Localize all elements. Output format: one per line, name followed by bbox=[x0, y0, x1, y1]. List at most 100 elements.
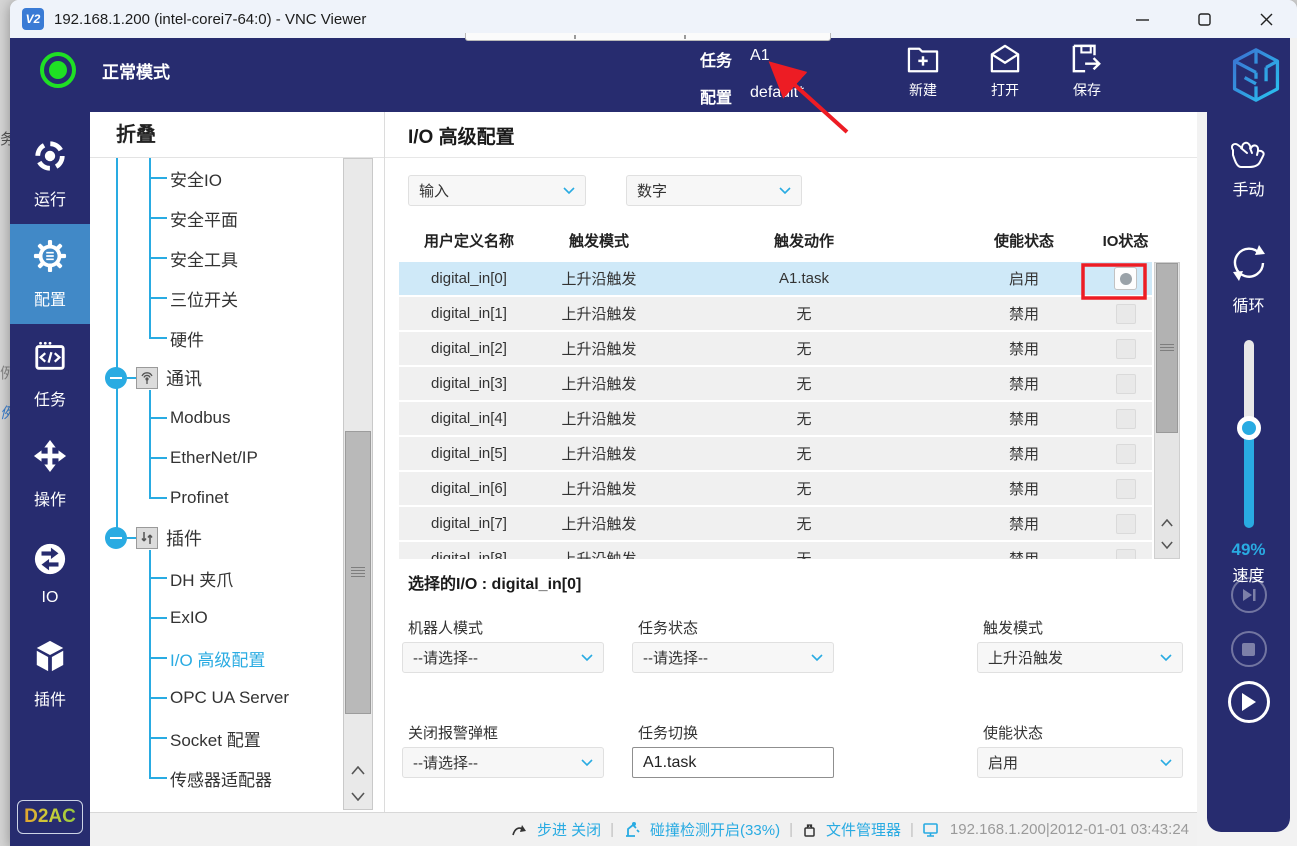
speed-slider[interactable] bbox=[1244, 340, 1254, 528]
table-row-digital_in-0-[interactable]: digital_in[0]上升沿触发A1.task启用 bbox=[399, 262, 1152, 297]
tree-item-exio[interactable]: ExIO bbox=[90, 598, 384, 638]
header-action-open[interactable]: 打开 bbox=[982, 44, 1028, 100]
tree-item--io[interactable]: 安全IO bbox=[90, 158, 384, 198]
io-status-indicator bbox=[1114, 267, 1137, 290]
nav-item-plugin[interactable]: 插件 bbox=[10, 624, 90, 724]
table-scrollbar-thumb[interactable] bbox=[1156, 263, 1178, 433]
table-scroll-down-icon[interactable] bbox=[1155, 534, 1179, 556]
tree-branch-line bbox=[127, 537, 136, 539]
form-select--[interactable]: --请选择-- bbox=[402, 642, 604, 673]
tree-item--[interactable]: 安全平面 bbox=[90, 198, 384, 238]
connection-info: 192.168.1.200|2012-01-01 03:43:24 bbox=[950, 821, 1189, 838]
form-select--[interactable]: --请选择-- bbox=[402, 747, 604, 778]
play-icon bbox=[1240, 692, 1257, 712]
nav-item-config[interactable]: 配置 bbox=[10, 224, 90, 324]
tree-branch-line bbox=[149, 697, 167, 699]
column-header: 触发模式 bbox=[539, 230, 659, 251]
form-label--: 关闭报警弹框 bbox=[408, 722, 498, 743]
io-direction-select[interactable]: 输入 bbox=[408, 175, 586, 206]
nav-item-label: 任务 bbox=[34, 386, 66, 410]
tree-item-opc-ua-server[interactable]: OPC UA Server bbox=[90, 678, 384, 718]
speed-slider-handle[interactable] bbox=[1237, 416, 1261, 440]
tree-item-modbus[interactable]: Modbus bbox=[90, 398, 384, 438]
table-row-digital_in-6-[interactable]: digital_in[6]上升沿触发无禁用 bbox=[399, 472, 1152, 507]
form-select--[interactable]: 启用 bbox=[977, 747, 1183, 778]
form-select--[interactable]: 上升沿触发 bbox=[977, 642, 1183, 673]
nav-item-run[interactable]: 运行 bbox=[10, 124, 90, 224]
header-action-new[interactable]: 新建 bbox=[900, 44, 946, 100]
table-row-digital_in-7-[interactable]: digital_in[7]上升沿触发无禁用 bbox=[399, 507, 1152, 542]
form-label--: 使能状态 bbox=[983, 722, 1043, 743]
tree-branch-line bbox=[149, 217, 167, 219]
table-header: 用户定义名称触发模式触发动作使能状态IO状态 bbox=[399, 230, 1152, 251]
tree-item-dh-[interactable]: DH 夹爪 bbox=[90, 558, 384, 598]
io-type-select[interactable]: 数字 bbox=[626, 175, 802, 206]
right-rail: 手动 循环 49% 速度 bbox=[1207, 112, 1290, 832]
tree-item--[interactable]: 插件 bbox=[90, 518, 384, 558]
tree-scrollbar[interactable] bbox=[343, 158, 373, 810]
tree-item-label: 安全IO bbox=[170, 166, 222, 191]
cell-mode: 上升沿触发 bbox=[539, 513, 659, 534]
play-button[interactable] bbox=[1228, 681, 1270, 723]
io-status-indicator bbox=[1116, 514, 1136, 534]
tree-item--[interactable]: 传感器适配器 bbox=[90, 758, 384, 798]
table-row-digital_in-5-[interactable]: digital_in[5]上升沿触发无禁用 bbox=[399, 437, 1152, 472]
tree-item-socket-[interactable]: Socket 配置 bbox=[90, 718, 384, 758]
tree-item-ethernet-ip[interactable]: EtherNet/IP bbox=[90, 438, 384, 478]
cycle-mode-button[interactable]: 循环 bbox=[1207, 240, 1290, 316]
table-row-digital_in-2-[interactable]: digital_in[2]上升沿触发无禁用 bbox=[399, 332, 1152, 367]
vnc-logo-icon: V2 bbox=[22, 8, 44, 30]
step-toggle[interactable]: 步进 关闭 bbox=[537, 819, 601, 840]
save-icon bbox=[1070, 44, 1104, 77]
cell-io-status bbox=[1099, 332, 1152, 365]
nav-item-operate[interactable]: 操作 bbox=[10, 424, 90, 524]
tree-scrollbar-thumb[interactable] bbox=[345, 431, 371, 714]
status-bar: 步进 关闭 | 碰撞检测开启(33%) | 文件管理器 | 192.168.1.… bbox=[90, 812, 1197, 846]
collapse-minus-icon[interactable] bbox=[105, 527, 127, 549]
step-icon bbox=[511, 822, 528, 838]
left-nav-rail: 运行配置任务操作IO插件 D2AC bbox=[10, 112, 90, 846]
collapse-minus-icon[interactable] bbox=[105, 367, 127, 389]
table-scroll-up-icon[interactable] bbox=[1155, 512, 1179, 534]
cell-action: 无 bbox=[659, 513, 949, 534]
header-action-save[interactable]: 保存 bbox=[1064, 44, 1110, 100]
tree-item-profinet[interactable]: Profinet bbox=[90, 478, 384, 518]
tree-item--[interactable]: 硬件 bbox=[90, 318, 384, 358]
window-title: 192.168.1.200 (intel-corei7-64:0) - VNC … bbox=[54, 11, 1111, 28]
collision-toggle[interactable]: 碰撞检测开启(33%) bbox=[650, 819, 780, 840]
table-row-digital_in-1-[interactable]: digital_in[1]上升沿触发无禁用 bbox=[399, 297, 1152, 332]
tree-scroll-down-icon[interactable] bbox=[344, 783, 372, 809]
form-input--[interactable] bbox=[632, 747, 834, 778]
nav-item-task[interactable]: 任务 bbox=[10, 324, 90, 424]
io-status-indicator bbox=[1116, 409, 1136, 429]
stop-button[interactable] bbox=[1231, 631, 1267, 667]
vnc-toolbar-handle[interactable] bbox=[465, 33, 831, 41]
table-row-digital_in-8-[interactable]: digital_in[8]上升沿触发无禁用 bbox=[399, 542, 1152, 559]
close-button[interactable] bbox=[1235, 0, 1297, 38]
io-status-indicator bbox=[1116, 549, 1136, 560]
app-header: 正常模式 任务 A1 配置 default* 新建打开保存 bbox=[10, 38, 1290, 112]
tree-item--[interactable]: 通讯 bbox=[90, 358, 384, 398]
table-row-digital_in-3-[interactable]: digital_in[3]上升沿触发无禁用 bbox=[399, 367, 1152, 402]
table-scrollbar[interactable] bbox=[1154, 262, 1180, 559]
tree-item--[interactable]: 三位开关 bbox=[90, 278, 384, 318]
nav-item-io[interactable]: IO bbox=[10, 524, 90, 624]
d2ac-button[interactable]: D2AC bbox=[17, 800, 83, 834]
collapse-button[interactable]: 折叠 bbox=[90, 112, 384, 158]
minimize-button[interactable] bbox=[1111, 0, 1173, 38]
nav-item-label: 运行 bbox=[34, 186, 66, 210]
step-forward-button[interactable] bbox=[1231, 577, 1267, 613]
table-row-digital_in-4-[interactable]: digital_in[4]上升沿触发无禁用 bbox=[399, 402, 1152, 437]
cell-mode: 上升沿触发 bbox=[539, 303, 659, 324]
manual-mode-button[interactable]: 手动 bbox=[1207, 134, 1290, 200]
maximize-button[interactable] bbox=[1173, 0, 1235, 38]
stop-icon bbox=[1242, 643, 1255, 656]
tree-item-label: OPC UA Server bbox=[170, 688, 289, 708]
form-select--[interactable]: --请选择-- bbox=[632, 642, 834, 673]
tree-scroll-up-icon[interactable] bbox=[344, 757, 372, 783]
tree-item-label: Profinet bbox=[170, 488, 229, 508]
file-manager-button[interactable]: 文件管理器 bbox=[826, 819, 901, 840]
tree-item-i-o-[interactable]: I/O 高级配置 bbox=[90, 638, 384, 678]
cell-enabled: 禁用 bbox=[949, 443, 1099, 464]
tree-item--[interactable]: 安全工具 bbox=[90, 238, 384, 278]
